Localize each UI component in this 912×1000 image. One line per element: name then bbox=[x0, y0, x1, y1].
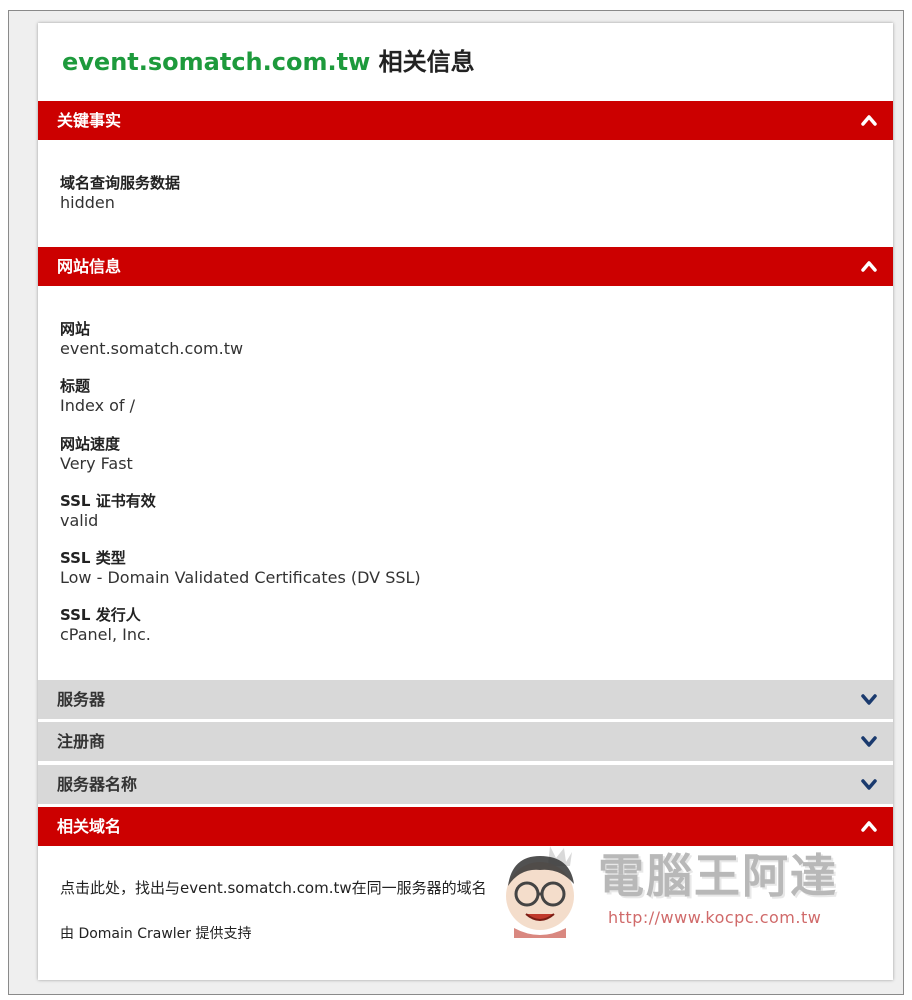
chevron-up-icon bbox=[861, 821, 877, 832]
powered-by-text: 由 Domain Crawler 提供支持 bbox=[60, 926, 252, 942]
section-header-key-facts[interactable]: 关键事实 bbox=[38, 101, 893, 140]
field-website: 网站 event.somatch.com.tw bbox=[60, 319, 421, 359]
mascot-face-icon bbox=[506, 846, 574, 938]
section-header-registrar[interactable]: 注册商 bbox=[38, 722, 893, 761]
field-label: SSL 发行人 bbox=[60, 606, 141, 624]
field-value: valid bbox=[60, 511, 99, 530]
section-label-site-info: 网站信息 bbox=[57, 257, 122, 276]
page-title: event.somatch.com.tw 相关信息 bbox=[62, 47, 475, 77]
site-info-body: 网站 event.somatch.com.tw 标题 Index of / 网站… bbox=[60, 319, 421, 658]
watermark-brand: 電腦王阿達 bbox=[598, 849, 838, 903]
field-speed: 网站速度 Very Fast bbox=[60, 434, 421, 474]
section-label-key-facts: 关键事实 bbox=[57, 111, 122, 130]
field-label: 网站 bbox=[60, 320, 91, 338]
section-header-site-info[interactable]: 网站信息 bbox=[38, 247, 893, 286]
field-whois: 域名查询服务数据 hidden bbox=[60, 173, 180, 213]
field-value: Very Fast bbox=[60, 454, 133, 473]
title-suffix: 相关信息 bbox=[378, 48, 475, 76]
field-ssl-valid: SSL 证书有效 valid bbox=[60, 491, 421, 531]
field-label: SSL 证书有效 bbox=[60, 492, 156, 510]
chevron-down-icon bbox=[861, 736, 877, 747]
field-ssl-issuer: SSL 发行人 cPanel, Inc. bbox=[60, 605, 421, 645]
title-domain: event.somatch.com.tw bbox=[62, 48, 371, 76]
same-server-domains-link[interactable]: 点击此处，找出与event.somatch.com.tw在同一服务器的域名 bbox=[60, 877, 487, 899]
field-label: 域名查询服务数据 bbox=[60, 174, 181, 192]
field-value: event.somatch.com.tw bbox=[60, 339, 244, 358]
section-header-server-name[interactable]: 服务器名称 bbox=[38, 765, 893, 804]
field-label: 标题 bbox=[60, 377, 91, 395]
field-value: hidden bbox=[60, 193, 115, 212]
section-label-related-domains: 相关域名 bbox=[57, 817, 122, 836]
field-value: cPanel, Inc. bbox=[60, 625, 151, 644]
field-label: SSL 类型 bbox=[60, 549, 126, 567]
chevron-up-icon bbox=[861, 261, 877, 272]
field-value: Low - Domain Validated Certificates (DV … bbox=[60, 568, 421, 587]
chevron-down-icon bbox=[861, 779, 877, 790]
section-label-registrar: 注册商 bbox=[57, 732, 106, 751]
field-title: 标题 Index of / bbox=[60, 376, 421, 416]
watermark-logo: 電腦王阿達 http://www.kocpc.com.tw bbox=[490, 838, 845, 938]
section-label-server-name: 服务器名称 bbox=[57, 775, 138, 794]
field-label: 网站速度 bbox=[60, 435, 121, 453]
chevron-down-icon bbox=[861, 694, 877, 705]
key-facts-body: 域名查询服务数据 hidden bbox=[60, 173, 180, 226]
section-header-server[interactable]: 服务器 bbox=[38, 680, 893, 719]
chevron-up-icon bbox=[861, 115, 877, 126]
domain-info-card: event.somatch.com.tw 相关信息 关键事实 域名查询服务数据 … bbox=[38, 23, 893, 980]
field-value: Index of / bbox=[60, 396, 136, 415]
field-ssl-type: SSL 类型 Low - Domain Validated Certificat… bbox=[60, 548, 421, 588]
watermark-url: http://www.kocpc.com.tw bbox=[608, 908, 822, 927]
section-label-server: 服务器 bbox=[57, 690, 106, 709]
